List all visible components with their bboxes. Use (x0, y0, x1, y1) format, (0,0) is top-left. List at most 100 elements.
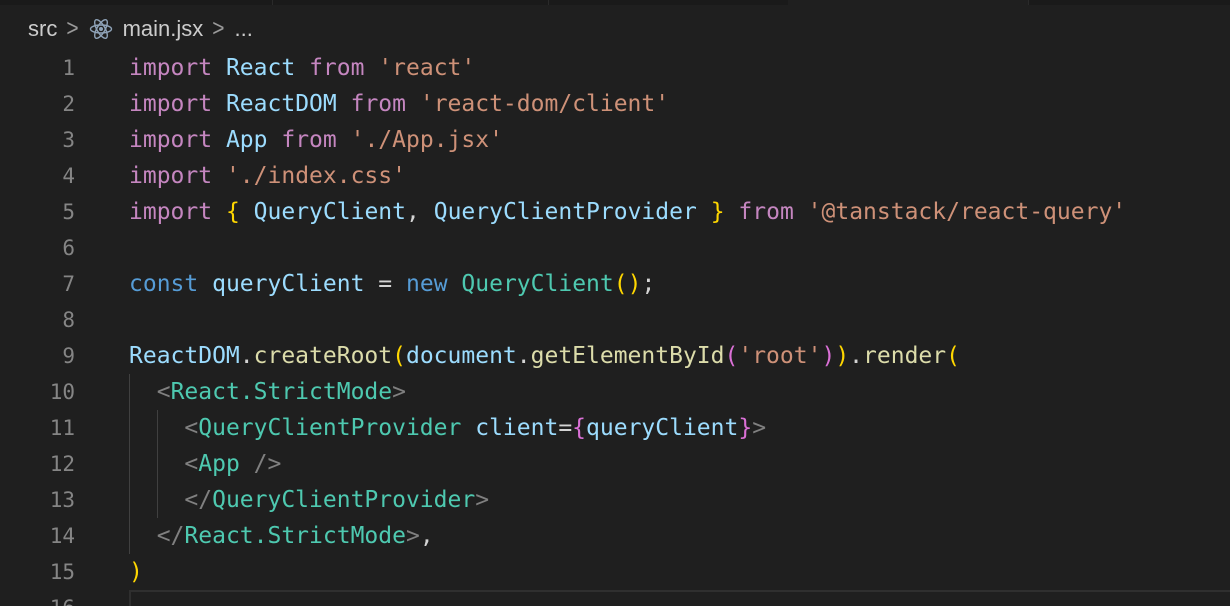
breadcrumb: src > main.jsx > ... (28, 14, 253, 44)
line-number: 6 (62, 236, 75, 260)
line-number-gutter: 1 2 3 4 5 6 7 8 9 10 11 12 13 14 15 16 (0, 50, 105, 606)
keyword: from (350, 91, 406, 117)
jsx-tag: QueryClientProvider (212, 487, 476, 513)
bracket: { (225, 199, 240, 225)
identifier: queryClient (212, 271, 365, 297)
tag-bracket: > (405, 523, 420, 549)
keyword: const (129, 271, 199, 297)
code-line[interactable]: import React from 'react' (129, 50, 1126, 86)
code-line[interactable]: import { QueryClient, QueryClientProvide… (129, 194, 1126, 230)
keyword: import (129, 127, 213, 153)
jsx-attribute: client (475, 415, 559, 441)
bracket: ( (724, 343, 739, 369)
bracket: () (613, 271, 642, 297)
tag-bracket: > (475, 487, 490, 513)
punctuation: ; (641, 271, 656, 297)
bracket: { (572, 415, 587, 441)
punctuation: , (419, 523, 434, 549)
bracket: ) (129, 559, 143, 585)
tag-bracket: > (392, 379, 406, 405)
bracket: ) (835, 343, 850, 369)
tab-strip (0, 0, 1230, 5)
keyword: import (129, 163, 213, 189)
code-line[interactable]: </React.StrictMode>, (129, 518, 1126, 554)
jsx-tag: QueryClientProvider (198, 415, 462, 441)
jsx-tag: React.StrictMode (170, 379, 393, 405)
code-line[interactable]: <App /> (129, 446, 1126, 482)
code-line[interactable]: ) (129, 554, 1126, 590)
code-line[interactable]: import './index.css' (129, 158, 1126, 194)
code-line[interactable]: import ReactDOM from 'react-dom/client' (129, 86, 1126, 122)
bracket: } (738, 415, 753, 441)
keyword: import (129, 91, 213, 117)
bracket: ) (821, 343, 836, 369)
tab-divider (272, 0, 273, 5)
punctuation: . (849, 343, 864, 369)
code-line[interactable] (129, 590, 1126, 606)
tag-bracket: < (156, 379, 171, 405)
tag-bracket: /> (253, 451, 282, 477)
tag-bracket: > (752, 415, 767, 441)
tag-bracket: </ (156, 523, 185, 549)
breadcrumb-file[interactable]: main.jsx (123, 16, 204, 42)
tab-divider (1028, 0, 1029, 5)
code-line[interactable]: const queryClient = new QueryClient(); (129, 266, 1126, 302)
chevron-right-icon: > (66, 15, 79, 42)
tag-bracket: </ (184, 487, 213, 513)
line-number: 5 (62, 200, 75, 224)
code-editor[interactable]: src > main.jsx > ... 1 2 3 4 5 6 7 8 9 1… (0, 0, 1230, 606)
code-line[interactable]: <React.StrictMode> (129, 374, 1126, 410)
code-line[interactable] (129, 230, 1126, 266)
bracket: } (710, 199, 725, 225)
line-number: 16 (0, 590, 105, 606)
identifier: React (225, 55, 296, 81)
keyword: from (309, 55, 365, 81)
line-number: 3 (62, 128, 75, 152)
identifier: queryClient (586, 415, 739, 441)
line-number: 13 (49, 488, 75, 512)
identifier: document (405, 343, 517, 369)
tab-divider (548, 0, 549, 5)
function-name: render (863, 343, 947, 369)
breadcrumb-folder[interactable]: src (28, 16, 57, 42)
chevron-right-icon: > (212, 15, 225, 42)
tag-bracket: < (184, 415, 199, 441)
identifier: App (225, 127, 268, 153)
operator: = (558, 415, 573, 441)
active-tab-marker (788, 0, 1028, 5)
code-line[interactable]: ReactDOM.createRoot(document.getElementB… (129, 338, 1126, 374)
string-literal: 'react' (378, 55, 476, 81)
line-number: 10 (49, 380, 75, 404)
keyword: import (129, 199, 213, 225)
keyword: from (281, 127, 337, 153)
identifier: ReactDOM (129, 343, 240, 369)
code-line[interactable]: import App from './App.jsx' (129, 122, 1126, 158)
bracket: ( (392, 343, 406, 369)
tag-bracket: < (184, 451, 199, 477)
breadcrumb-more[interactable]: ... (235, 16, 253, 42)
string-literal: './App.jsx' (350, 127, 503, 153)
function-name: createRoot (253, 343, 393, 369)
line-number: 15 (49, 560, 75, 584)
jsx-tag: App (198, 451, 240, 477)
line-number: 11 (49, 416, 75, 440)
code-line[interactable]: <QueryClientProvider client={queryClient… (129, 410, 1126, 446)
keyword: from (738, 199, 794, 225)
identifier: QueryClientProvider (433, 199, 697, 225)
line-number: 9 (62, 344, 75, 368)
code-line[interactable]: </QueryClientProvider> (129, 482, 1126, 518)
line-number: 2 (62, 92, 75, 116)
line-number: 8 (62, 308, 75, 332)
code-line[interactable] (129, 302, 1126, 338)
class-name: QueryClient (461, 271, 614, 297)
line-number: 14 (49, 524, 75, 548)
line-number: 4 (62, 164, 75, 188)
jsx-tag: React.StrictMode (184, 523, 406, 549)
react-icon (89, 17, 113, 41)
keyword: new (406, 271, 448, 297)
identifier: ReactDOM (225, 91, 337, 117)
line-number: 7 (62, 272, 75, 296)
punctuation: . (516, 343, 531, 369)
line-number: 1 (62, 56, 75, 80)
code-area[interactable]: import React from 'react' import ReactDO… (129, 50, 1126, 606)
